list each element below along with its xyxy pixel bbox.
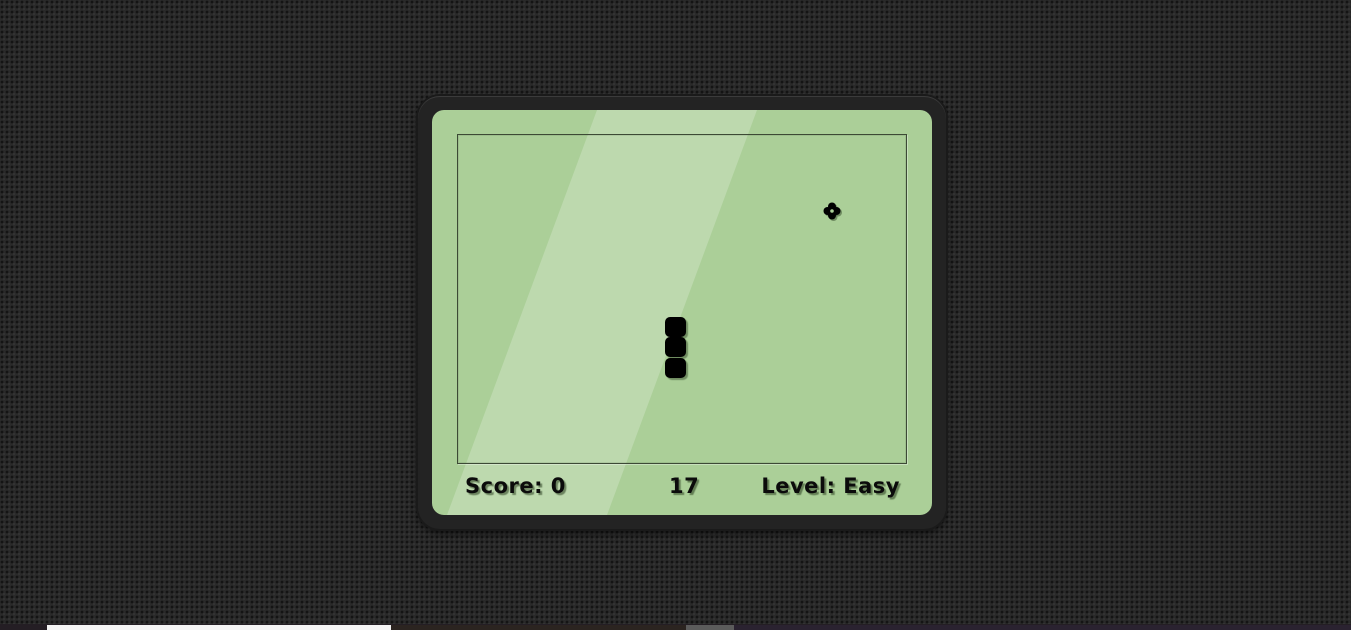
status-bar: Score: 0 17 Level: Easy — [432, 470, 932, 506]
timer-display: 17 — [669, 474, 700, 498]
flower-food-icon — [821, 200, 843, 222]
taskbar-item[interactable] — [734, 625, 1351, 630]
game-device-bezel: Score: 0 17 Level: Easy — [418, 96, 946, 529]
score-display: Score: 0 — [465, 474, 566, 498]
snake-segment — [664, 337, 686, 357]
snake-head — [664, 316, 686, 337]
snake-segment — [664, 357, 686, 378]
level-display: Level: Easy — [761, 474, 900, 498]
taskbar-item[interactable] — [391, 625, 686, 630]
lcd-screen: Score: 0 17 Level: Easy — [432, 110, 932, 515]
taskbar — [0, 624, 1351, 630]
game-board[interactable] — [457, 134, 907, 464]
taskbar-item[interactable] — [47, 625, 391, 630]
taskbar-item[interactable] — [686, 625, 734, 630]
